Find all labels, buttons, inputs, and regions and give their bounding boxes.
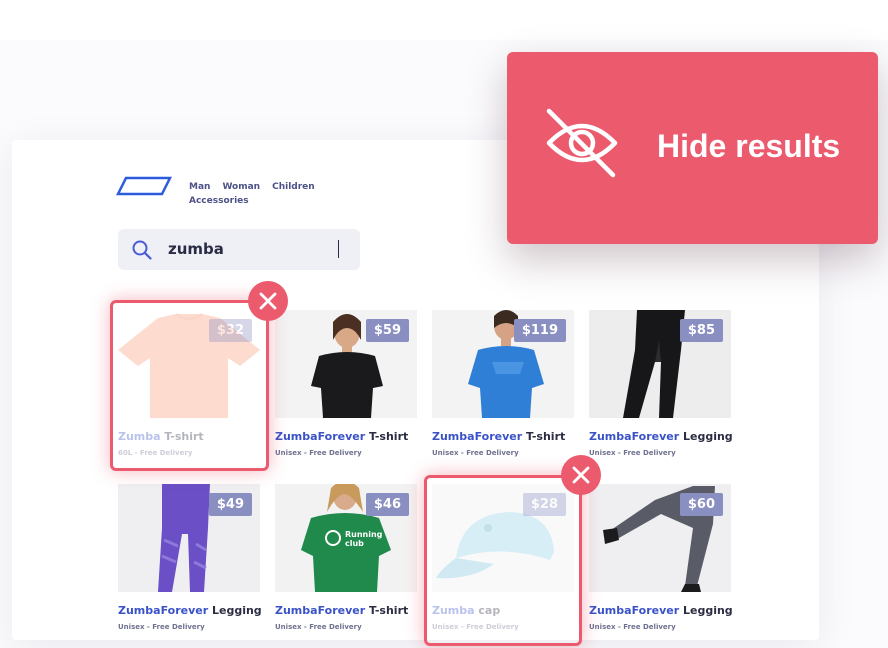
remove-result-button[interactable] — [561, 455, 601, 495]
product-title: T-shirt — [522, 430, 566, 443]
product-title: T-shirt — [365, 430, 409, 443]
nav-item-accessories[interactable]: Accessories — [189, 196, 249, 206]
price-tag: $49 — [208, 493, 252, 516]
product-name[interactable]: ZumbaForever Legging — [118, 604, 262, 617]
price-tag: $46 — [365, 493, 409, 516]
price-tag: $60 — [679, 493, 723, 516]
product-brand: ZumbaForever — [275, 604, 366, 617]
product-brand: ZumbaForever — [275, 430, 366, 443]
price-tag: $59 — [365, 319, 409, 342]
product-brand: ZumbaForever — [118, 604, 209, 617]
product-subtitle: Unisex - Free Delivery — [432, 449, 519, 457]
hide-results-button[interactable]: Hide results — [507, 52, 878, 244]
logo-icon[interactable] — [116, 176, 172, 196]
hidden-result-highlight — [110, 300, 269, 471]
product-name[interactable]: ZumbaForever T-shirt — [275, 430, 408, 443]
nav-item-man[interactable]: Man — [189, 182, 210, 192]
product-subtitle: Unisex - Free Delivery — [118, 623, 205, 631]
search-icon — [132, 240, 152, 260]
product-brand: ZumbaForever — [432, 430, 523, 443]
product-name[interactable]: ZumbaForever Legging — [589, 604, 733, 617]
category-nav: Man Woman Children Accessories — [189, 180, 339, 208]
product-title: Legging — [679, 430, 733, 443]
price-tag: $119 — [513, 319, 566, 342]
search-bar[interactable] — [118, 229, 360, 270]
price-tag: $85 — [679, 319, 723, 342]
product-title: Legging — [208, 604, 262, 617]
product-brand: ZumbaForever — [589, 604, 680, 617]
product-name[interactable]: ZumbaForever Legging — [589, 430, 733, 443]
page-top-band — [0, 0, 888, 40]
shirt-print-text: Running club — [345, 530, 383, 548]
product-subtitle: Unisex - Free Delivery — [275, 449, 362, 457]
hidden-result-highlight — [424, 475, 582, 646]
nav-item-woman[interactable]: Woman — [222, 182, 260, 192]
hide-results-label: Hide results — [657, 128, 841, 164]
product-title: Legging — [679, 604, 733, 617]
remove-result-button[interactable] — [248, 281, 288, 321]
product-name[interactable]: ZumbaForever T-shirt — [275, 604, 408, 617]
close-icon — [259, 292, 277, 310]
nav-item-children[interactable]: Children — [272, 182, 315, 192]
product-subtitle: Unisex - Free Delivery — [275, 623, 362, 631]
product-name[interactable]: ZumbaForever T-shirt — [432, 430, 565, 443]
product-brand: ZumbaForever — [589, 430, 680, 443]
product-title: T-shirt — [365, 604, 409, 617]
eye-off-icon — [546, 108, 618, 178]
product-subtitle: Unisex - Free Delivery — [589, 449, 676, 457]
close-icon — [572, 466, 590, 484]
search-input[interactable] — [168, 237, 348, 261]
product-subtitle: Unisex - Free Delivery — [589, 623, 676, 631]
text-caret — [338, 240, 339, 258]
